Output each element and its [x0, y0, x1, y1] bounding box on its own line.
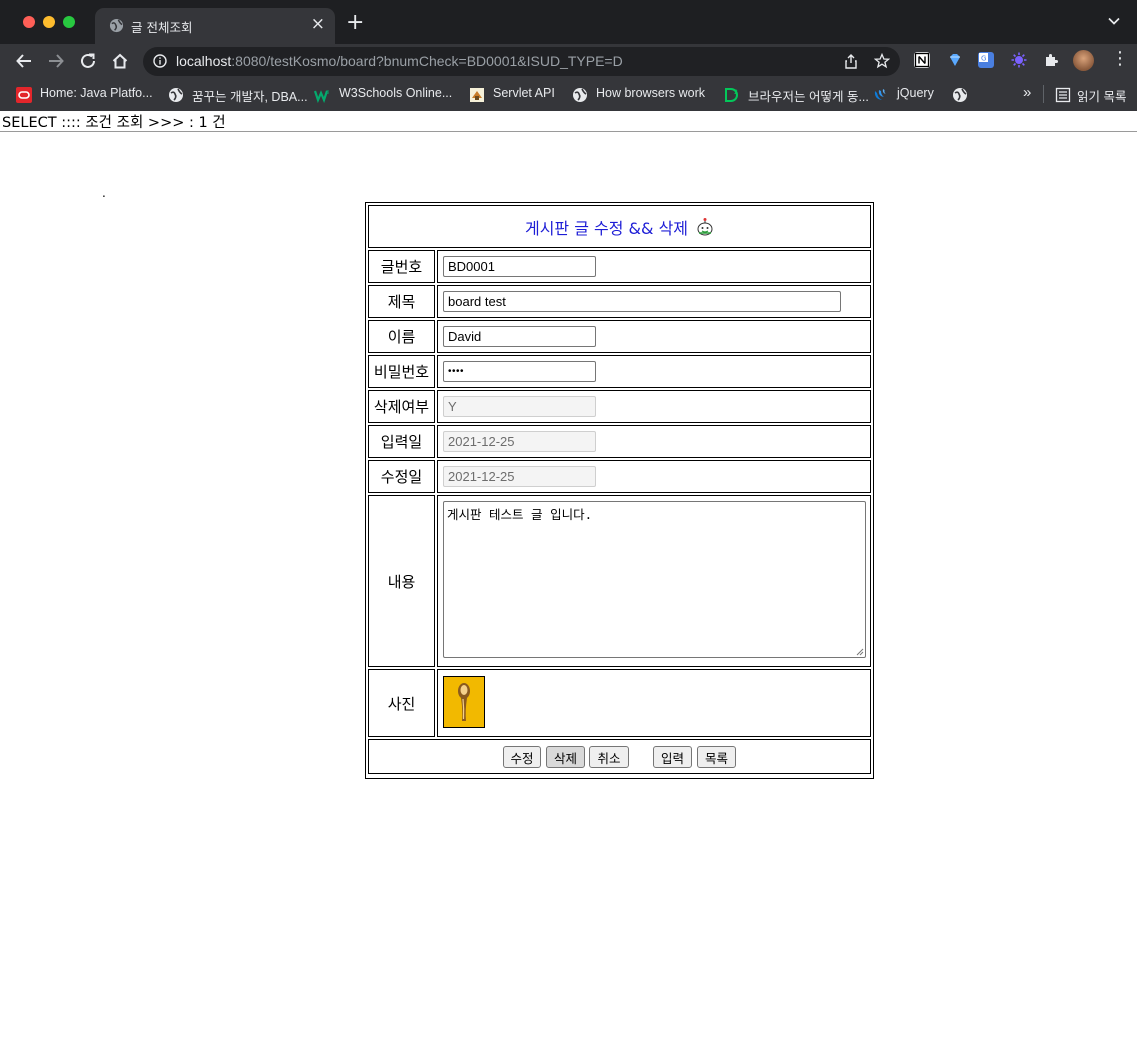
label-photo: 사진: [368, 669, 435, 737]
bookmark-jquery[interactable]: jQuery: [897, 86, 934, 100]
label-content: 내용: [368, 495, 435, 667]
horizontal-rule: [0, 131, 1137, 132]
star-icon[interactable]: [874, 53, 890, 69]
robot-emoticon-icon: [697, 217, 713, 235]
chevron-down-icon[interactable]: [1107, 14, 1121, 28]
close-window-button[interactable]: [23, 16, 35, 28]
created-date-input: 2021-12-25: [443, 431, 596, 452]
password-cell: ••••: [437, 355, 871, 388]
updated-date-input: 2021-12-25: [443, 466, 596, 487]
label-bnum: 글번호: [368, 250, 435, 283]
label-deleted: 삭제여부: [368, 390, 435, 423]
password-input[interactable]: ••••: [443, 361, 596, 382]
globe-icon: [109, 18, 124, 33]
svg-text:3: 3: [326, 90, 329, 96]
resize-handle-icon[interactable]: [856, 648, 864, 656]
maximize-window-button[interactable]: [63, 16, 75, 28]
url-host: localhost: [176, 53, 232, 69]
url-path: :8080/testKosmo/board?bnumCheck=BD0001&I…: [231, 53, 623, 69]
new-tab-icon[interactable]: +: [346, 12, 364, 34]
insert-button[interactable]: 입력: [653, 746, 692, 768]
content-cell: 게시판 테스트 글 입니다.: [437, 495, 871, 667]
notion-extension-icon[interactable]: [914, 52, 930, 68]
name-input[interactable]: David: [443, 326, 596, 347]
update-button[interactable]: 수정: [503, 746, 541, 768]
bookmarks-overflow-icon[interactable]: »: [1023, 84, 1031, 101]
minimize-window-button[interactable]: [43, 16, 55, 28]
share-icon[interactable]: [844, 54, 858, 69]
statue-image-icon: [458, 683, 470, 721]
bookmark-dev-dba[interactable]: 꿈꾸는 개발자, DBA...: [192, 86, 308, 105]
bookmark-browser-how[interactable]: 브라우저는 어떻게 동...: [748, 86, 869, 105]
browser-tab[interactable]: 글 전체조회 ×: [95, 8, 335, 44]
tab-close-icon[interactable]: ×: [311, 14, 325, 34]
content-textarea[interactable]: 게시판 테스트 글 입니다.: [443, 501, 866, 658]
label-password: 비밀번호: [368, 355, 435, 388]
jquery-icon: [874, 89, 886, 100]
subject-input[interactable]: board test: [443, 291, 841, 312]
svg-text:2: 2: [734, 89, 738, 96]
photo-cell: [437, 669, 871, 737]
info-icon[interactable]: [153, 54, 167, 68]
reading-list-button[interactable]: 읽기 목록: [1077, 86, 1126, 105]
back-arrow-icon[interactable]: [15, 52, 33, 70]
bookmark-w3schools[interactable]: W3Schools Online...: [339, 86, 452, 100]
created-cell: 2021-12-25: [437, 425, 871, 458]
browser-chrome: 글 전체조회 × + localhost:8080/testKosmo/boar…: [0, 0, 1137, 111]
label-name: 이름: [368, 320, 435, 353]
bookmark-how-browsers-work[interactable]: How browsers work: [596, 86, 705, 100]
home-icon[interactable]: [111, 52, 129, 70]
address-bar[interactable]: localhost:8080/testKosmo/board?bnumCheck…: [143, 47, 900, 76]
url-text[interactable]: localhost:8080/testKosmo/board?bnumCheck…: [176, 53, 623, 69]
servlet-api-icon: [470, 88, 484, 102]
oracle-icon: [16, 87, 32, 103]
label-subject: 제목: [368, 285, 435, 318]
deleted-cell: Y: [437, 390, 871, 423]
board-title: 게시판 글 수정 && 삭제: [524, 218, 689, 238]
bookmarks-bar: Home: Java Platfo... 꿈꾸는 개발자, DBA... 3 W…: [0, 78, 1137, 111]
svg-text:G: G: [981, 55, 986, 63]
translate-extension-icon[interactable]: G: [978, 52, 994, 68]
bookmark-java-platform[interactable]: Home: Java Platfo...: [40, 86, 153, 100]
photo-thumbnail[interactable]: [443, 676, 485, 728]
gem-extension-icon[interactable]: [947, 52, 963, 68]
deleted-input: Y: [443, 396, 596, 417]
puzzle-extensions-icon[interactable]: [1043, 52, 1059, 68]
globe-icon[interactable]: [952, 87, 968, 103]
globe-icon: [573, 88, 587, 102]
cancel-button[interactable]: 취소: [589, 746, 629, 768]
tab-title: 글 전체조회: [131, 20, 193, 35]
query-status-text: SELECT :::: 조건 조회 >>> : 1 건: [2, 115, 226, 131]
updated-cell: 2021-12-25: [437, 460, 871, 493]
w3schools-icon: 3: [314, 90, 329, 103]
name-cell: David: [437, 320, 871, 353]
button-row: 수정 삭제 취소 입력 목록: [368, 739, 871, 774]
reading-list-icon: [1055, 87, 1071, 103]
d2-icon: 2: [725, 88, 738, 102]
browser-toolbar: localhost:8080/testKosmo/board?bnumCheck…: [0, 44, 1137, 78]
stray-dot: .: [102, 186, 106, 200]
bnum-input[interactable]: BD0001: [443, 256, 596, 277]
bnum-cell: BD0001: [437, 250, 871, 283]
tab-strip: 글 전체조회 × +: [0, 0, 1137, 44]
label-updated: 수정일: [368, 460, 435, 493]
globe-icon: [169, 88, 183, 102]
sun-extension-icon[interactable]: [1011, 52, 1027, 68]
delete-button[interactable]: 삭제: [546, 746, 585, 768]
board-edit-form: 게시판 글 수정 && 삭제 글번호 BD0001 제목 board test …: [365, 202, 874, 779]
bookmarks-divider: [1043, 85, 1044, 103]
forward-arrow-icon[interactable]: [47, 52, 65, 70]
reload-icon[interactable]: [79, 52, 97, 70]
profile-avatar[interactable]: [1073, 50, 1094, 71]
board-title-cell: 게시판 글 수정 && 삭제: [368, 205, 871, 248]
content-text: 게시판 테스트 글 입니다.: [447, 507, 593, 522]
more-menu-icon[interactable]: ⋮: [1111, 50, 1129, 68]
bookmark-servlet-api[interactable]: Servlet API: [493, 86, 555, 100]
subject-cell: board test: [437, 285, 871, 318]
label-created: 입력일: [368, 425, 435, 458]
list-button[interactable]: 목록: [697, 746, 736, 768]
